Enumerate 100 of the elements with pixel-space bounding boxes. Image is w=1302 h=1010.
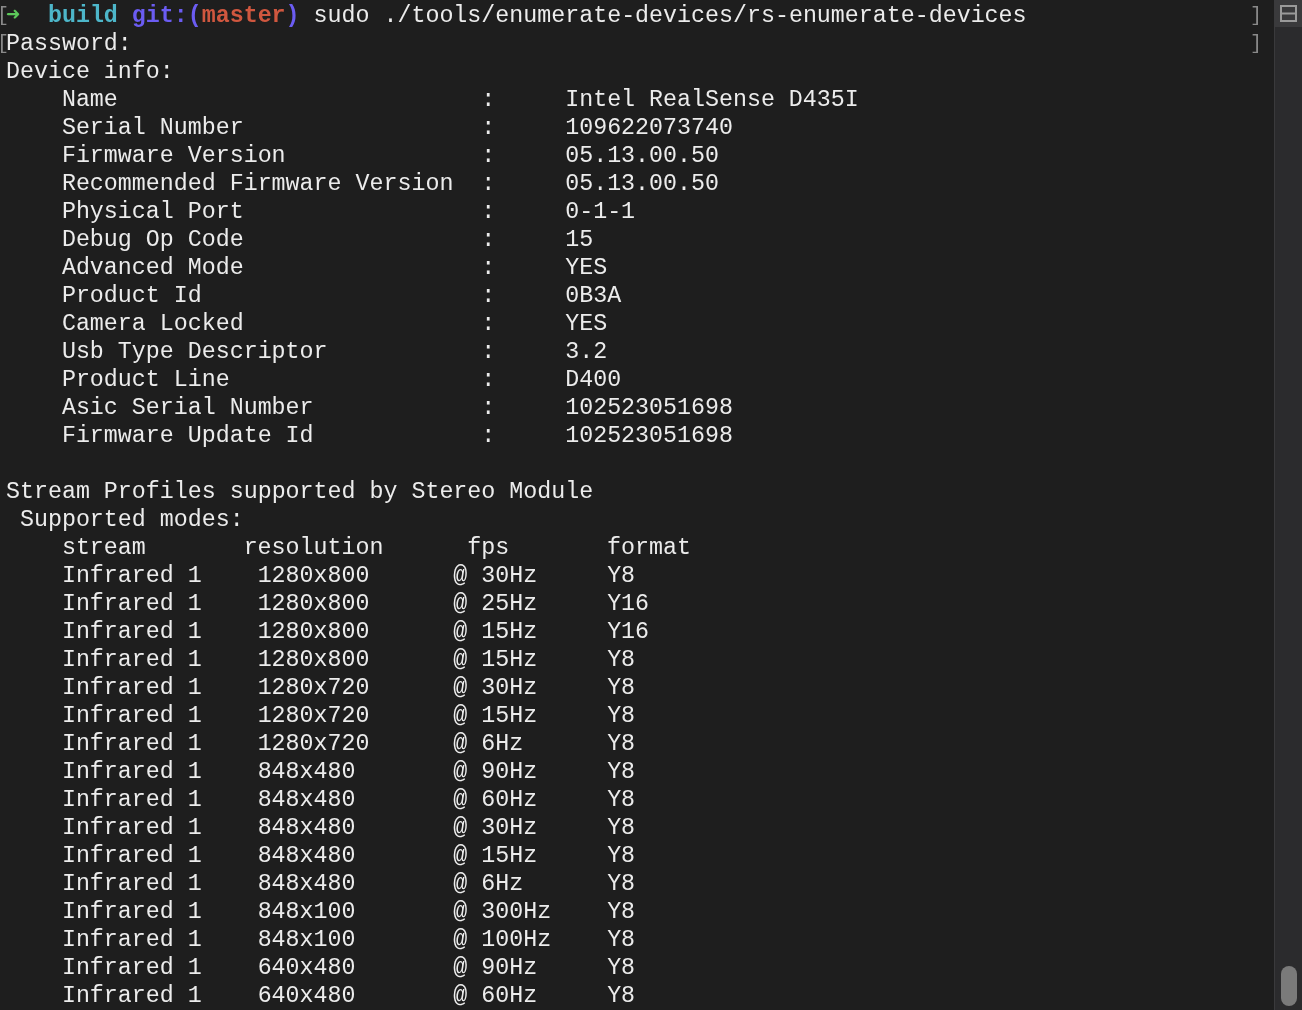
field-separator: : [481, 226, 497, 254]
table-cell-text: @ 15Hz [453, 702, 539, 730]
table-cell-text: 1280x720 [257, 730, 371, 758]
table-cell-text: 640x480 [257, 954, 357, 982]
column-header: fps [467, 534, 511, 562]
field-label: Name [61, 86, 119, 114]
field-separator: : [481, 86, 497, 114]
table-cell-text: 1280x800 [257, 590, 371, 618]
table-cell: Y8 [607, 562, 636, 590]
table-cell-text: 1280x800 [257, 562, 371, 590]
table-cell: Y8 [607, 870, 636, 898]
field-value: 102523051698 [565, 394, 733, 422]
field-separator: : [481, 310, 497, 338]
field-value: 109622073740 [565, 114, 733, 142]
field-label: Advanced Mode [61, 254, 245, 282]
field-label: Physical Port [61, 198, 245, 226]
table-cell-text: @ 60Hz [453, 786, 539, 814]
table-cell-text: Infrared 1 [61, 562, 203, 590]
table-cell: Y16 [607, 590, 650, 618]
table-cell-text: Infrared 1 [61, 590, 203, 618]
field-label: Product Line [61, 366, 231, 394]
field-label: Product Id [61, 282, 203, 310]
table-cell-text: @ 60Hz [453, 982, 539, 1010]
column-header: resolution [243, 534, 385, 562]
prompt-arrow: ➜ [6, 2, 22, 30]
prompt-directory: build [47, 2, 119, 30]
table-cell-text: @ 15Hz [453, 646, 539, 674]
table-cell: Y8 [607, 674, 636, 702]
field-value: 102523051698 [565, 422, 733, 450]
table-cell: Y8 [607, 646, 636, 674]
field-label: Recommended Firmware Version [61, 170, 455, 198]
field-value: 3.2 [565, 338, 608, 366]
table-cell-text: @ 300Hz [453, 898, 553, 926]
table-cell: Y8 [607, 702, 636, 730]
table-cell-text: Infrared 1 [61, 730, 203, 758]
table-cell-text: 848x480 [257, 758, 357, 786]
field-separator: : [481, 114, 497, 142]
table-cell: Y8 [607, 814, 636, 842]
field-separator: : [481, 254, 497, 282]
table-cell: Y8 [607, 786, 636, 814]
table-cell-text: 848x480 [257, 870, 357, 898]
field-value: Intel RealSense D435I [565, 86, 859, 114]
table-cell: Y16 [607, 618, 650, 646]
table-cell-text: @ 6Hz [453, 870, 525, 898]
table-cell-text: Infrared 1 [61, 646, 203, 674]
field-value: YES [565, 254, 608, 282]
table-cell: Y8 [607, 842, 636, 870]
table-cell-text: 1280x800 [257, 618, 371, 646]
command-text: sudo ./tools/enumerate-devices/rs-enumerate-devices [313, 2, 1027, 30]
section-title: Stream Profiles supported by Stereo Module [6, 478, 594, 506]
table-cell-text: @ 15Hz [453, 618, 539, 646]
field-separator: : [481, 394, 497, 422]
table-cell-text: Infrared 1 [61, 758, 203, 786]
field-value: 0B3A [565, 282, 622, 310]
field-label: Asic Serial Number [61, 394, 315, 422]
section-title: Device info: [6, 58, 174, 86]
table-cell: Y8 [607, 954, 636, 982]
git-branch: master [201, 2, 286, 30]
table-cell-text: @ 30Hz [453, 814, 539, 842]
git-label-close: ) [285, 2, 301, 30]
table-cell-text: 848x480 [257, 814, 357, 842]
field-separator: : [481, 170, 497, 198]
field-label: Firmware Update Id [61, 422, 315, 450]
split-pane-button[interactable] [1275, 0, 1302, 27]
table-cell: Y8 [607, 730, 636, 758]
table-cell-text: Infrared 1 [61, 674, 203, 702]
field-value: YES [565, 310, 608, 338]
field-separator: : [481, 282, 497, 310]
table-cell-text: Infrared 1 [61, 814, 203, 842]
field-value: 15 [565, 226, 594, 254]
table-cell-text: 640x480 [257, 982, 357, 1010]
field-label: Debug Op Code [61, 226, 245, 254]
column-header: stream [61, 534, 147, 562]
table-cell-text: Infrared 1 [61, 618, 203, 646]
table-cell-text: @ 15Hz [453, 842, 539, 870]
table-cell-text: Infrared 1 [61, 898, 203, 926]
table-cell-text: Infrared 1 [61, 926, 203, 954]
field-separator: : [481, 198, 497, 226]
scrollbar-thumb[interactable] [1281, 966, 1297, 1006]
column-header: format [607, 534, 691, 562]
table-cell: Y8 [607, 982, 636, 1010]
table-cell-text: @ 6Hz [453, 730, 525, 758]
field-label: Camera Locked [61, 310, 245, 338]
table-cell-text: @ 90Hz [453, 758, 539, 786]
table-cell-text: Infrared 1 [61, 870, 203, 898]
field-value: 05.13.00.50 [565, 170, 719, 198]
field-label: Serial Number [61, 114, 245, 142]
field-label: Firmware Version [61, 142, 287, 170]
table-cell-text: 848x480 [257, 842, 357, 870]
table-cell-text: Infrared 1 [61, 842, 203, 870]
table-cell-text: @ 25Hz [453, 590, 539, 618]
table-cell-text: 1280x800 [257, 646, 371, 674]
field-value: D400 [565, 366, 622, 394]
split-pane-icon [1280, 5, 1297, 22]
git-label: git:( [131, 2, 202, 30]
table-cell-text: Infrared 1 [61, 982, 203, 1010]
field-separator: : [481, 422, 497, 450]
table-cell-text: Infrared 1 [61, 954, 203, 982]
line-marker: ] [1250, 3, 1262, 29]
table-cell-text: Infrared 1 [61, 786, 203, 814]
